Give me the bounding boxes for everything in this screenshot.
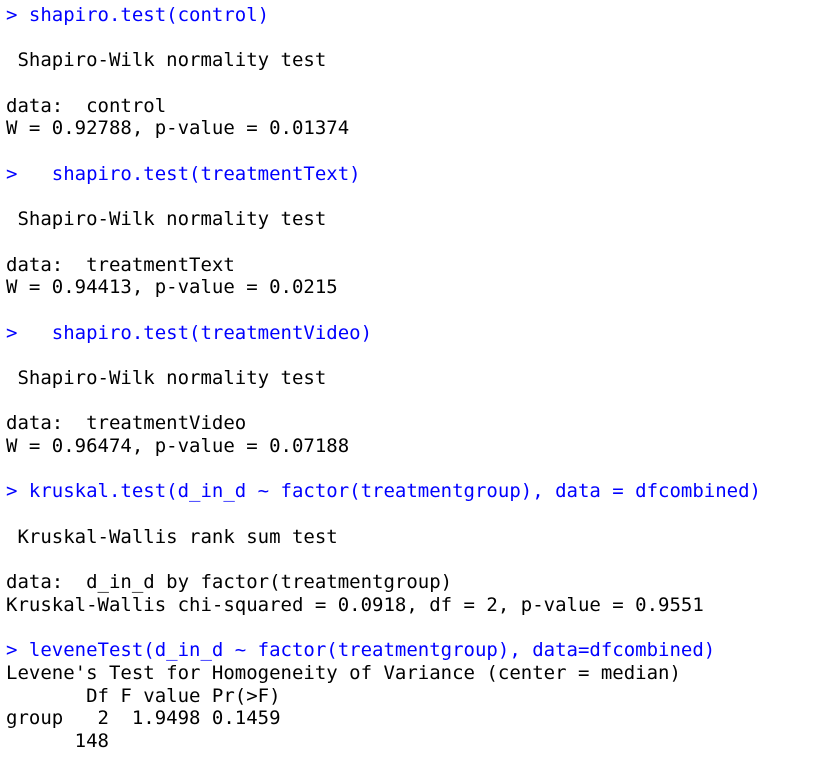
console-command-line: > kruskal.test(d_in_d ~ factor(treatment… [6,480,761,503]
console-output-line: W = 0.92788, p-value = 0.01374 [6,117,350,140]
r-console-output[interactable]: > shapiro.test(control) Shapiro-Wilk nor… [6,4,826,753]
console-output-line: data: d_in_d by factor(treatmentgroup) [6,571,453,594]
console-output-line: Kruskal-Wallis chi-squared = 0.0918, df … [6,593,704,616]
console-output-line: W = 0.94413, p-value = 0.0215 [6,276,338,299]
console-output-line: Shapiro-Wilk normality test [6,208,327,231]
console-output-line: group 2 1.9498 0.1459 [6,707,281,730]
console-output-line: Levene's Test for Homogeneity of Varianc… [6,661,681,684]
console-output-line: 148 [6,730,109,752]
console-output-line: Kruskal-Wallis rank sum test [6,525,338,548]
console-output-line: data: treatmentVideo [6,412,247,435]
console-output-line: Shapiro-Wilk normality test [6,367,327,389]
console-output-line: data: treatmentText [6,253,235,276]
console-output-line: data: control [6,94,167,117]
console-command-line: > shapiro.test(control) [6,4,270,26]
console-output-line: W = 0.96474, p-value = 0.07188 [6,435,350,458]
console-command-line: > leveneTest(d_in_d ~ factor(treatmentgr… [6,639,716,662]
console-command-line: > shapiro.test(treatmentText) [6,162,361,185]
console-output-line: Df F value Pr(>F) [6,684,281,707]
console-output-line: Shapiro-Wilk normality test [6,49,327,72]
console-command-line: > shapiro.test(treatmentVideo) [6,321,373,344]
